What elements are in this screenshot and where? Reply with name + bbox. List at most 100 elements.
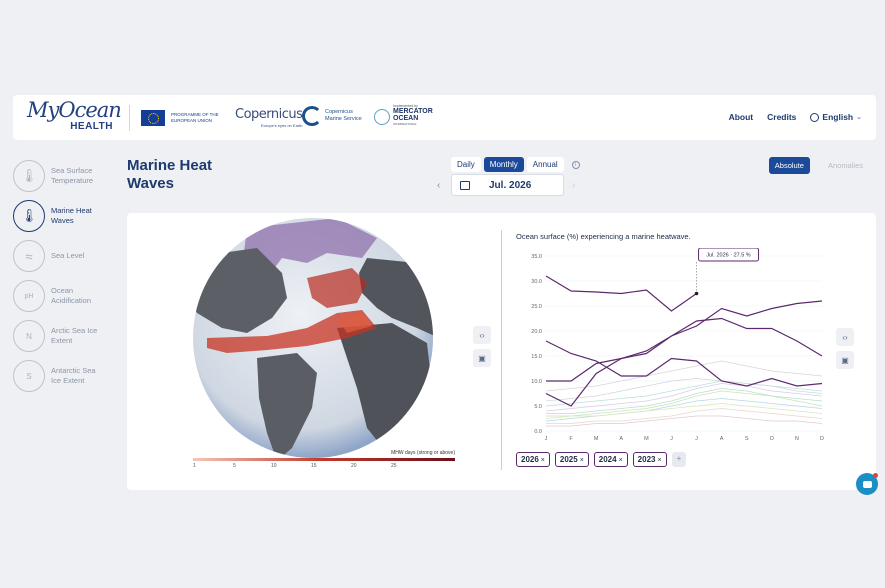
previous-date-arrow[interactable]: ‹ bbox=[437, 180, 440, 191]
x-tick-label: A bbox=[720, 436, 724, 442]
image-icon: ▣ bbox=[478, 353, 486, 363]
x-tick-label: D bbox=[820, 436, 824, 442]
year-chip-2024[interactable]: 2024 × bbox=[593, 452, 628, 467]
calendar-icon bbox=[460, 180, 470, 190]
colorbar-tick: 25 bbox=[391, 463, 397, 469]
series-line-2025 bbox=[545, 340, 823, 387]
x-tick-label: J bbox=[695, 436, 698, 442]
nav-about[interactable]: About bbox=[729, 112, 754, 122]
language-label: English bbox=[822, 112, 854, 122]
x-tick-label: M bbox=[594, 436, 599, 442]
header-divider bbox=[129, 105, 130, 131]
arctic-ice-icon: N bbox=[13, 320, 45, 352]
sidebar-item-arctic-sea-ice[interactable]: N Arctic Sea Ice Extent bbox=[13, 316, 113, 356]
sidebar-item-sea-surface-temperature[interactable]: 🌡 Sea Surface Temperature bbox=[13, 156, 113, 196]
notification-dot bbox=[873, 473, 878, 478]
x-tick-label: F bbox=[569, 436, 573, 442]
colorbar-ticks: 1 5 10 15 20 25 bbox=[189, 461, 455, 471]
chart-download-image-button[interactable]: ▣ bbox=[836, 351, 854, 369]
mercator-logo[interactable]: Implemented by MERCATOR OCEAN INTERNATIO… bbox=[374, 104, 435, 126]
frequency-annual[interactable]: Annual bbox=[526, 157, 564, 172]
antarctic-ice-icon: S bbox=[13, 360, 45, 392]
ph-icon: pH bbox=[13, 280, 45, 312]
x-tick-label: S bbox=[745, 436, 749, 442]
colorbar-unit: MHW days (strong or above) bbox=[391, 450, 455, 456]
series-line-2023 bbox=[545, 300, 823, 407]
y-tick-label: 30.0 bbox=[531, 279, 542, 285]
frequency-daily[interactable]: Daily bbox=[451, 157, 481, 172]
background-series-line bbox=[546, 415, 823, 427]
page-title: Marine Heat Waves bbox=[127, 157, 213, 192]
copernicus-marine-logo[interactable]: Copernicus Marine Service bbox=[302, 106, 367, 126]
code-icon: ‹› bbox=[479, 330, 485, 340]
close-icon[interactable]: × bbox=[541, 457, 545, 464]
x-tick-label: J bbox=[545, 436, 548, 442]
content-card: MHW days (strong or above) 1 5 10 15 20 … bbox=[127, 213, 876, 490]
panel-divider bbox=[501, 230, 502, 470]
chart-title: Ocean surface (%) experiencing a marine … bbox=[516, 232, 691, 241]
y-tick-label: 20.0 bbox=[531, 329, 542, 335]
year-chip-2026[interactable]: 2026 × bbox=[516, 452, 550, 467]
y-tick-label: 10.0 bbox=[531, 379, 542, 385]
colorbar-legend: MHW days (strong or above) 1 5 10 15 20 … bbox=[189, 450, 455, 471]
language-selector[interactable]: English ⌄ bbox=[810, 112, 862, 122]
chart-embed-button[interactable]: ‹› bbox=[836, 328, 854, 346]
heatwave-thermometer-icon: 🌡 bbox=[13, 200, 45, 232]
eu-logo[interactable]: PROGRAMME OF THE EUROPEAN UNION bbox=[141, 110, 225, 126]
sidebar-item-ocean-acidification[interactable]: pH Ocean Acidification bbox=[13, 276, 113, 316]
nav-credits[interactable]: Credits bbox=[767, 112, 796, 122]
chat-bubble-icon bbox=[862, 480, 872, 488]
mercator-icon bbox=[374, 109, 390, 125]
x-tick-label: J bbox=[670, 436, 673, 442]
mode-anomalies[interactable]: Anomalies bbox=[822, 157, 869, 174]
x-tick-label: O bbox=[770, 436, 775, 442]
chevron-down-icon: ⌄ bbox=[856, 114, 862, 121]
frequency-monthly[interactable]: Monthly bbox=[483, 157, 524, 172]
colorbar-tick: 20 bbox=[351, 463, 357, 469]
y-tick-label: 5.0 bbox=[534, 404, 542, 410]
globe-embed-button[interactable]: ‹› bbox=[473, 326, 491, 344]
y-tick-label: 0.0 bbox=[534, 429, 542, 435]
indicator-sidebar: 🌡 Sea Surface Temperature 🌡 Marine Heat … bbox=[13, 156, 113, 396]
highlight-point bbox=[694, 291, 699, 296]
info-icon[interactable]: i bbox=[571, 160, 580, 169]
add-year-button[interactable]: + bbox=[671, 452, 687, 467]
frequency-toggle: Daily Monthly Annual i bbox=[451, 157, 580, 172]
chat-button[interactable] bbox=[856, 473, 878, 495]
colorbar-tick: 15 bbox=[311, 463, 317, 469]
sea-level-icon: ≈ bbox=[13, 240, 45, 272]
year-chips: 2026 × 2025 × 2024 × 2023 × + bbox=[516, 452, 687, 467]
next-date-arrow[interactable]: › bbox=[572, 180, 575, 191]
myocean-logo[interactable]: MyOcean HEALTH bbox=[27, 99, 122, 137]
copernicus-logo[interactable]: Copernicus Europe's eyes on Earth bbox=[235, 107, 303, 128]
sidebar-item-marine-heat-waves[interactable]: 🌡 Marine Heat Waves bbox=[13, 196, 113, 236]
close-icon[interactable]: × bbox=[580, 457, 584, 464]
top-bar: MyOcean HEALTH PROGRAMME OF THE EUROPEAN… bbox=[13, 95, 876, 140]
close-icon[interactable]: × bbox=[619, 457, 623, 464]
y-tick-label: 25.0 bbox=[531, 304, 542, 310]
year-chip-2023[interactable]: 2023 × bbox=[632, 452, 667, 467]
eu-flag-icon bbox=[141, 110, 165, 126]
value-mode-toggle: Absolute Anomalies bbox=[768, 157, 869, 174]
mode-absolute[interactable]: Absolute bbox=[768, 157, 810, 174]
colorbar-tick: 5 bbox=[233, 463, 236, 469]
x-tick-label: N bbox=[795, 436, 799, 442]
globe-icon bbox=[810, 112, 820, 122]
cms-wave-icon bbox=[302, 106, 322, 126]
x-tick-label: M bbox=[644, 436, 649, 442]
year-chip-2025[interactable]: 2025 × bbox=[554, 452, 589, 467]
date-value: Jul. 2026 bbox=[489, 179, 532, 191]
y-tick-label: 15.0 bbox=[531, 354, 542, 360]
colorbar-tick: 1 bbox=[193, 463, 196, 469]
sidebar-item-antarctic-sea-ice[interactable]: S Antarctic Sea Ice Extent bbox=[13, 356, 113, 396]
sidebar-item-sea-level[interactable]: ≈ Sea Level bbox=[13, 236, 113, 276]
close-icon[interactable]: × bbox=[657, 457, 661, 464]
x-tick-label: A bbox=[619, 436, 623, 442]
globe-download-image-button[interactable]: ▣ bbox=[473, 349, 491, 367]
colorbar-tick: 10 bbox=[271, 463, 277, 469]
date-picker[interactable]: Jul. 2026 bbox=[451, 174, 564, 196]
globe-map[interactable] bbox=[187, 218, 439, 461]
image-icon: ▣ bbox=[841, 355, 849, 365]
main-nav: About Credits English ⌄ bbox=[729, 112, 862, 122]
heatwave-line-chart[interactable]: 0.0 5.0 10.0 15.0 20.0 25.0 30.0 35.0 J F M A M J J A S O… bbox=[512, 248, 827, 443]
